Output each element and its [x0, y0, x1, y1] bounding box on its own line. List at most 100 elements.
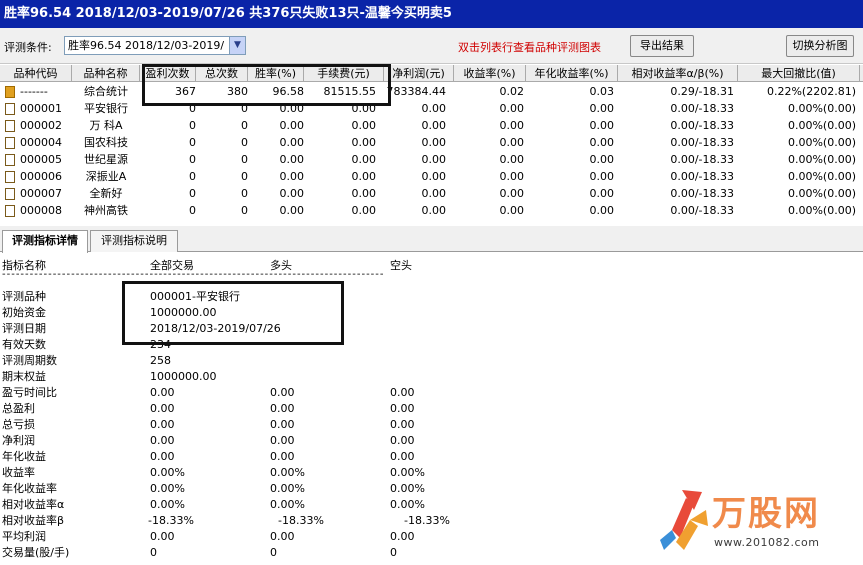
cell-ret: 0.00: [499, 204, 525, 217]
cell-profit: 0.00: [421, 187, 447, 200]
table-row[interactable]: 000001 平安银行 0 0 0.00 0.00 0.00 0.00 0.00 0.00/-18…: [0, 100, 863, 117]
table-row[interactable]: 000002 万 科A 0 0 0.00 0.00 0.00 0.00 0.00 0.00/-18…: [0, 117, 863, 134]
cell-rate: 0.00: [279, 170, 305, 183]
detail-short: 0: [390, 546, 397, 559]
detail-name: 总盈利: [2, 402, 35, 415]
cell-code: 000006: [20, 170, 62, 183]
detail-all: 0.00%: [150, 498, 185, 511]
detail-all: 0.00: [150, 434, 175, 447]
cell-fee: 0.00: [351, 204, 377, 217]
cell-win: 0: [189, 153, 196, 166]
chevron-down-icon[interactable]: ▼: [229, 37, 245, 54]
cell-win: 0: [189, 136, 196, 149]
switch-chart-button[interactable]: 切换分析图: [786, 35, 854, 57]
cell-code: 000007: [20, 187, 62, 200]
detail-name: 年化收益率: [2, 482, 57, 495]
detail-long: 0.00: [270, 386, 295, 399]
cell-rel: 0.00/-18.33: [670, 119, 734, 132]
column-header-name[interactable]: 品种名称: [72, 65, 140, 82]
cell-name: 全新好: [89, 187, 123, 200]
cell-name: 国农科技: [84, 136, 128, 149]
detail-long: 0.00%: [270, 466, 305, 479]
detail-all: 0.00: [150, 530, 175, 543]
cell-total: 0: [241, 119, 248, 132]
cell-ret: 0.00: [499, 102, 525, 115]
cell-rate: 0.00: [279, 187, 305, 200]
cell-annual: 0.00: [589, 153, 615, 166]
cell-annual: 0.00: [589, 170, 615, 183]
cell-win: 0: [189, 170, 196, 183]
highlight-box-stats: [142, 64, 391, 106]
export-button[interactable]: 导出结果: [630, 35, 694, 57]
cell-dd: 0.00%(0.00): [787, 153, 856, 166]
detail-all: 0.00: [150, 386, 175, 399]
cell-profit: 0.00: [421, 153, 447, 166]
cell-profit: 0.00: [421, 170, 447, 183]
detail-name: 净利润: [2, 434, 35, 447]
cell-total: 0: [241, 153, 248, 166]
cell-ret: 0.00: [499, 153, 525, 166]
cell-rate: 0.00: [279, 119, 305, 132]
detail-name: 评测周期数: [2, 354, 57, 367]
cell-annual: 0.00: [589, 136, 615, 149]
detail-short: 0.00%: [390, 498, 425, 511]
cell-name: 万 科A: [89, 119, 123, 132]
detail-short: 0.00: [390, 434, 415, 447]
cell-rel: 0.00/-18.33: [670, 136, 734, 149]
condition-select[interactable]: 胜率96.54 2018/12/03-2019/ ▼: [64, 36, 246, 55]
detail-name: 收益率: [2, 466, 35, 479]
column-header-drawdown[interactable]: 最大回撤比(值): [738, 65, 860, 82]
detail-long: 0.00: [270, 450, 295, 463]
cell-ret: 0.00: [499, 119, 525, 132]
cell-annual: 0.03: [589, 85, 615, 98]
detail-row: 收益率 0.00% 0.00% 0.00%: [0, 465, 863, 481]
cell-annual: 0.00: [589, 204, 615, 217]
column-header-return[interactable]: 收益率(%): [454, 65, 526, 82]
cell-total: 0: [241, 170, 248, 183]
condition-select-value: 胜率96.54 2018/12/03-2019/: [68, 39, 225, 52]
cell-dd: 0.00%(0.00): [787, 119, 856, 132]
cell-profit: 783384.44: [386, 85, 447, 98]
detail-long: 0.00: [270, 434, 295, 447]
cell-annual: 0.00: [589, 187, 615, 200]
table-row[interactable]: 000004 国农科技 0 0 0.00 0.00 0.00 0.00 0.00 0.00/-18…: [0, 134, 863, 151]
tab-description[interactable]: 评测指标说明: [90, 230, 178, 252]
cell-rate: 0.00: [279, 204, 305, 217]
cell-rel: 0.00/-18.33: [670, 153, 734, 166]
toolbar: 评测条件: 胜率96.54 2018/12/03-2019/ ▼ 双击列表行查看…: [0, 28, 863, 64]
cell-name: 神州高铁: [84, 204, 128, 217]
table-row[interactable]: 000005 世纪星源 0 0 0.00 0.00 0.00 0.00 0.00 0.00/-18…: [0, 151, 863, 168]
detail-all: 0.00%: [150, 466, 185, 479]
cell-fee: 0.00: [351, 170, 377, 183]
cell-code: 000008: [20, 204, 62, 217]
cell-profit: 0.00: [421, 119, 447, 132]
column-header-relative[interactable]: 相对收益率α/β(%): [618, 65, 738, 82]
table-row[interactable]: 000008 神州高铁 0 0 0.00 0.00 0.00 0.00 0.00 0.00/-18…: [0, 202, 863, 219]
cell-total: 0: [241, 136, 248, 149]
detail-name: 评测日期: [2, 322, 46, 335]
detail-short: 0.00: [390, 386, 415, 399]
cell-dd: 0.00%(0.00): [787, 187, 856, 200]
cell-fee: 0.00: [351, 119, 377, 132]
watermark-brand: 万股网: [712, 494, 820, 534]
table-row[interactable]: 000006 深振业A 0 0 0.00 0.00 0.00 0.00 0.00 0.00/-18…: [0, 168, 863, 185]
detail-all: 258: [150, 354, 171, 367]
detail-name: 相对收益率α: [2, 498, 65, 511]
detail-long: 0.00: [270, 530, 295, 543]
cell-rate: 0.00: [279, 153, 305, 166]
column-header-profit[interactable]: 净利润(元): [384, 65, 454, 82]
cell-dd: 0.00%(0.00): [787, 136, 856, 149]
detail-name: 评测品种: [2, 290, 46, 303]
table-row[interactable]: ------- 综合统计 367 380 96.58 81515.55 783384.44 0…: [0, 83, 863, 100]
detail-row: 年化收益 0.00 0.00 0.00: [0, 449, 863, 465]
column-header-code[interactable]: 品种代码: [0, 65, 72, 82]
stock-file-icon: [5, 103, 15, 115]
detail-name: 交易量(股/手): [2, 546, 70, 559]
cell-dd: 0.22%(2202.81): [766, 85, 856, 98]
detail-all: 1000000.00: [150, 370, 217, 383]
detail-long: 0.00: [270, 418, 295, 431]
tab-detail[interactable]: 评测指标详情: [2, 230, 88, 253]
column-header-annual[interactable]: 年化收益率(%): [526, 65, 618, 82]
table-row[interactable]: 000007 全新好 0 0 0.00 0.00 0.00 0.00 0.00 0.00/-18.…: [0, 185, 863, 202]
cell-annual: 0.00: [589, 119, 615, 132]
